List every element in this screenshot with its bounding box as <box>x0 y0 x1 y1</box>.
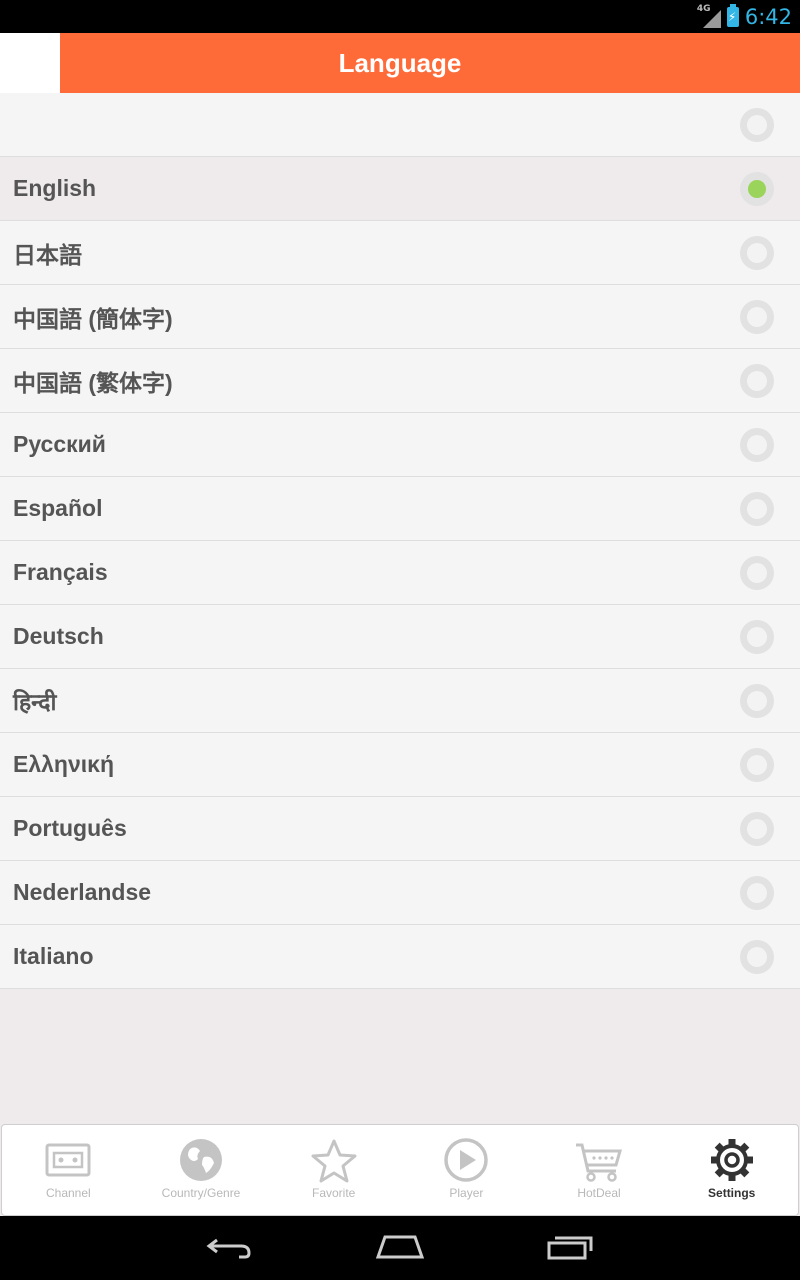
language-label: हिन्दी <box>13 688 57 715</box>
language-row[interactable]: English <box>0 157 800 221</box>
tab-label: Favorite <box>312 1186 356 1200</box>
radio-indicator <box>748 179 766 198</box>
language-label: Français <box>13 559 108 585</box>
language-radio[interactable] <box>740 619 774 654</box>
tab-star[interactable]: Favorite <box>267 1125 400 1215</box>
tab-radio[interactable]: Channel <box>2 1125 135 1215</box>
language-label: Português <box>13 815 127 841</box>
radio-indicator <box>747 434 767 455</box>
language-row[interactable]: 中国語 (簡体字) <box>0 285 800 349</box>
radio-indicator <box>747 498 767 519</box>
home-button[interactable] <box>375 1231 425 1266</box>
language-radio[interactable] <box>740 747 774 782</box>
language-radio[interactable] <box>740 811 774 846</box>
radio-indicator <box>747 882 767 903</box>
gear-icon <box>710 1139 753 1181</box>
tab-label: Channel <box>45 1186 91 1200</box>
app-screen: Language English 日本語中国語 (簡体字) 中国語 (繁体字) Рус… <box>0 33 800 1216</box>
back-button[interactable] <box>205 1231 255 1266</box>
header-left-blank <box>0 33 60 93</box>
language-radio[interactable] <box>740 299 774 334</box>
tab-cart[interactable]: HotDeal <box>533 1125 666 1215</box>
language-radio[interactable] <box>740 171 774 206</box>
tab-globe[interactable]: Country/Genre <box>135 1125 268 1215</box>
tab-play[interactable]: Player <box>400 1125 533 1215</box>
title-bar: Language <box>60 33 800 93</box>
language-list: English 日本語中国語 (簡体字) 中国語 (繁体字) Русский Españ… <box>0 93 800 989</box>
recents-button[interactable] <box>545 1231 595 1266</box>
language-label: 中国語 (簡体字) <box>13 305 173 332</box>
radio-indicator <box>747 818 767 839</box>
header: Language <box>0 33 800 93</box>
page-title: Language <box>338 47 462 78</box>
cell-signal-icon: 4G <box>697 4 721 28</box>
language-label: English <box>13 175 97 201</box>
language-label: Deutsch <box>13 623 104 649</box>
back-icon <box>206 1238 251 1258</box>
language-label: 日本語 <box>13 241 82 268</box>
language-row[interactable]: हिन्दी <box>0 669 800 733</box>
play-icon <box>444 1138 489 1182</box>
tab-gear[interactable]: Settings <box>665 1125 798 1215</box>
radio-indicator <box>747 306 767 327</box>
tab-label: Settings <box>708 1186 756 1200</box>
radio-icon <box>45 1143 91 1177</box>
home-icon <box>375 1235 425 1258</box>
language-label: Italiano <box>13 943 94 969</box>
language-label: Ελληνική <box>13 751 115 777</box>
radio-indicator <box>747 626 767 647</box>
language-label: Nederlandse <box>13 879 152 905</box>
radio-indicator <box>747 946 767 967</box>
tab-label: Country/Genre <box>161 1186 241 1200</box>
language-row[interactable]: Español <box>0 477 800 541</box>
radio-indicator <box>747 754 767 775</box>
radio-indicator <box>747 690 767 711</box>
radio-indicator <box>747 370 767 391</box>
language-radio[interactable] <box>740 235 774 270</box>
radio-indicator <box>747 242 767 263</box>
tab-label: HotDeal <box>577 1186 621 1200</box>
language-row[interactable]: Nederlandse <box>0 861 800 925</box>
globe-icon <box>180 1139 222 1181</box>
language-row[interactable] <box>0 93 800 157</box>
language-row[interactable]: 中国語 (繁体字) <box>0 349 800 413</box>
language-label: Русский <box>13 431 106 457</box>
status-bar: 4G ⚡ 6:42 <box>0 0 800 33</box>
language-label: Español <box>13 495 103 521</box>
language-radio[interactable] <box>740 363 774 398</box>
status-time: 6:42 <box>744 4 792 29</box>
language-radio[interactable] <box>740 875 774 910</box>
language-radio[interactable] <box>740 427 774 462</box>
radio-indicator <box>747 114 767 135</box>
cart-icon <box>576 1143 623 1182</box>
language-row[interactable]: Русский <box>0 413 800 477</box>
language-radio[interactable] <box>740 683 774 718</box>
radio-indicator <box>747 562 767 583</box>
bottom-tab-bar: Channel Country/Genre Favorite Player HotDea… <box>1 1124 799 1216</box>
language-row[interactable]: 日本語 <box>0 221 800 285</box>
tab-label: Player <box>449 1186 484 1200</box>
language-row[interactable]: Ελληνική <box>0 733 800 797</box>
language-label: 中国語 (繁体字) <box>13 369 173 396</box>
language-row[interactable]: Deutsch <box>0 605 800 669</box>
language-radio[interactable] <box>740 107 774 142</box>
language-radio[interactable] <box>740 939 774 974</box>
language-row[interactable]: Italiano <box>0 925 800 989</box>
system-nav-bar <box>0 1216 800 1280</box>
language-row[interactable]: Français <box>0 541 800 605</box>
recents-icon <box>547 1236 593 1259</box>
language-radio[interactable] <box>740 491 774 526</box>
language-radio[interactable] <box>740 555 774 590</box>
battery-icon: ⚡ <box>726 3 739 27</box>
star-icon <box>311 1139 357 1183</box>
language-row[interactable]: Português <box>0 797 800 861</box>
